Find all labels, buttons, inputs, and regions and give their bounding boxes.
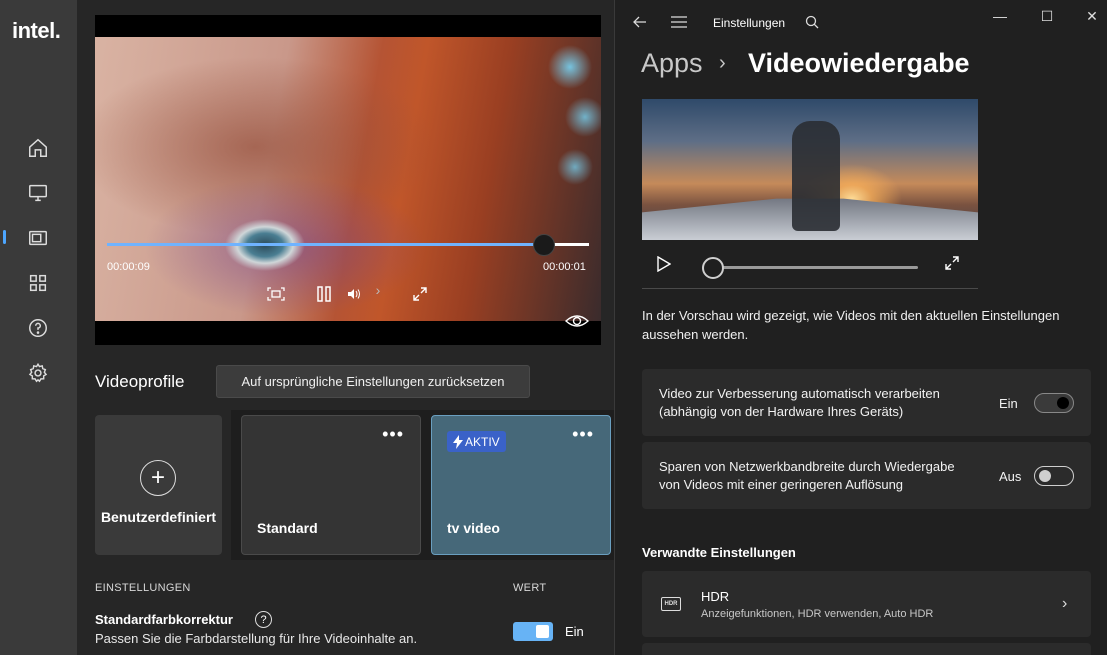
color-correction-value: Ein <box>565 624 584 639</box>
setting-label-line1: Video zur Verbesserung automatisch verar… <box>659 386 940 401</box>
toggle-knob <box>536 625 549 638</box>
color-correction-title: Standardfarbkorrektur <box>95 612 233 627</box>
window-title: Einstellungen <box>713 16 786 30</box>
progress-thumb[interactable] <box>533 234 555 256</box>
next-chevron-icon[interactable]: › <box>367 281 389 299</box>
preview-progress-track[interactable] <box>705 266 918 269</box>
settings-window: Einstellungen — ☐ ✕ Apps › Videowiederga… <box>614 0 1107 655</box>
maximize-button[interactable]: ☐ <box>1032 6 1062 26</box>
setting-label-line2: von Videos mit einer geringeren Auflösun… <box>659 477 904 492</box>
video-icon[interactable] <box>26 226 50 250</box>
color-correction-toggle[interactable] <box>513 622 553 641</box>
preview-progress-thumb[interactable] <box>702 257 724 279</box>
search-icon[interactable] <box>802 12 822 32</box>
profile-card-name: tv video <box>447 520 500 536</box>
hdr-title: HDR <box>701 589 730 604</box>
active-badge-label: AKTIV <box>465 434 500 449</box>
color-correction-description: Passen Sie die Farbdarstellung für Ihre … <box>95 631 418 646</box>
toggle-knob <box>1039 470 1051 482</box>
setting-row-save-bandwidth[interactable]: Sparen von Netzwerkbandbreite durch Wied… <box>642 442 1091 509</box>
video-player[interactable]: 00:00:09 00:00:01 › <box>95 15 601 345</box>
save-bandwidth-toggle[interactable] <box>1034 466 1074 486</box>
value-column-header: WERT <box>513 582 547 594</box>
breadcrumb-apps[interactable]: Apps <box>641 48 703 79</box>
chevron-right-icon: › <box>1062 595 1068 612</box>
setting-label-line1: Sparen von Netzwerkbandbreite durch Wied… <box>659 459 955 474</box>
page-title: Videowiedergabe <box>748 48 970 78</box>
setting-label: Video zur Verbesserung automatisch verar… <box>659 385 940 421</box>
sidebar: intel. <box>0 0 77 655</box>
question-icon[interactable]: ? <box>255 611 272 628</box>
fullscreen-icon[interactable] <box>409 285 431 303</box>
related-settings-title: Verwandte Einstellungen <box>642 545 796 560</box>
volume-icon[interactable] <box>343 285 365 303</box>
toggle-knob <box>1057 397 1069 409</box>
preview-caption: In der Vorschau wird gezeigt, wie Videos… <box>642 308 1060 342</box>
display-icon[interactable] <box>26 181 50 205</box>
hdr-settings-link[interactable]: HDR HDR Anzeigefunktionen, HDR verwenden… <box>642 571 1091 637</box>
minimize-button[interactable]: — <box>985 6 1015 26</box>
auto-enhance-toggle[interactable] <box>1034 393 1074 413</box>
next-settings-row[interactable] <box>642 643 1091 655</box>
reset-defaults-button[interactable]: Auf ursprüngliche Einstellungen zurückse… <box>216 365 530 398</box>
settings-column-header: EINSTELLUNGEN <box>95 582 191 594</box>
help-icon[interactable] <box>26 316 50 340</box>
setting-state: Ein <box>999 396 1018 411</box>
breadcrumb-separator: › <box>719 52 726 74</box>
more-options-icon[interactable]: ••• <box>382 424 404 445</box>
back-arrow-icon[interactable] <box>630 12 650 32</box>
active-nav-indicator <box>3 230 6 244</box>
progress-fill <box>107 243 544 246</box>
hdr-icon: HDR <box>661 597 681 611</box>
profile-card-name: Benutzerdefiniert <box>100 509 217 525</box>
active-badge: AKTIV <box>447 431 506 452</box>
current-time: 00:00:09 <box>107 261 150 273</box>
profile-card-custom[interactable]: + Benutzerdefiniert <box>95 415 222 555</box>
more-options-icon[interactable]: ••• <box>572 424 594 445</box>
video-profiles-title: Videoprofile <box>95 372 185 391</box>
fullscreen-icon[interactable] <box>944 255 962 273</box>
setting-state: Aus <box>999 469 1022 484</box>
lightning-icon <box>453 434 463 449</box>
preview-divider <box>642 288 978 289</box>
pause-icon[interactable] <box>313 285 335 303</box>
remaining-time: 00:00:01 <box>543 261 586 273</box>
setting-row-auto-enhance[interactable]: Video zur Verbesserung automatisch verar… <box>642 369 1091 436</box>
preview-scene-person <box>792 121 840 231</box>
setting-label-line2: (abhängig von der Hardware Ihres Geräts) <box>659 404 904 419</box>
hdr-subtitle: Anzeigefunktionen, HDR verwenden, Auto H… <box>701 608 934 620</box>
main-area: 00:00:09 00:00:01 › Videoprofile Auf urs… <box>77 0 620 655</box>
home-icon[interactable] <box>26 136 50 160</box>
hamburger-menu-icon[interactable] <box>669 12 689 32</box>
apps-icon[interactable] <box>26 271 50 295</box>
aspect-ratio-icon[interactable] <box>265 285 287 303</box>
settings-gear-icon[interactable] <box>26 361 50 385</box>
close-button[interactable]: ✕ <box>1077 6 1107 26</box>
profile-card-standard[interactable]: ••• Standard <box>241 415 421 555</box>
intel-logo: intel. <box>12 18 61 43</box>
plus-icon: + <box>140 460 176 496</box>
play-icon[interactable] <box>657 255 673 273</box>
profile-card-tv-video[interactable]: AKTIV ••• tv video <box>431 415 611 555</box>
profile-card-name: Standard <box>257 520 318 536</box>
compare-eye-icon[interactable] <box>564 313 590 329</box>
preview-video[interactable] <box>642 99 978 240</box>
setting-label: Sparen von Netzwerkbandbreite durch Wied… <box>659 458 955 494</box>
video-frame <box>95 37 601 321</box>
intel-graphics-app: intel. 00:00:09 00:00:01 › Videoprofile … <box>0 0 620 655</box>
